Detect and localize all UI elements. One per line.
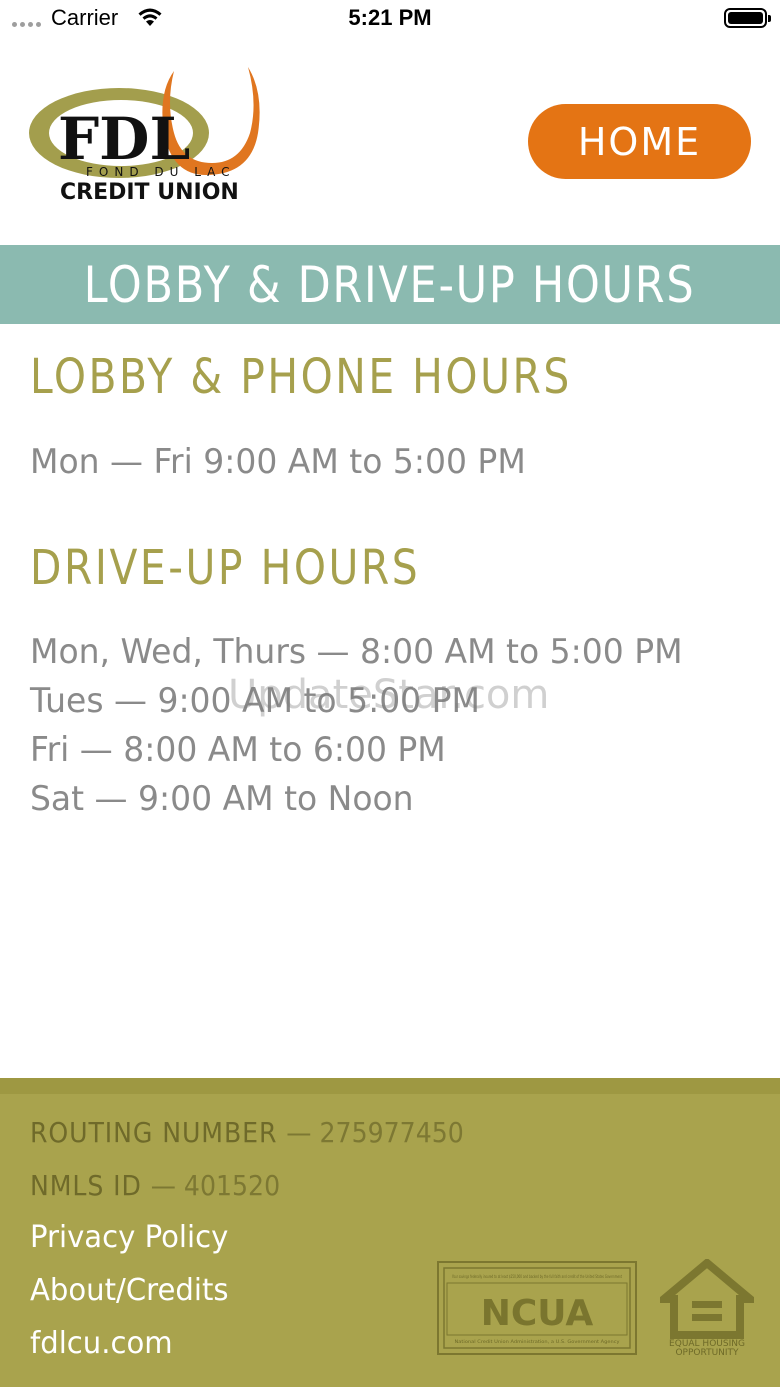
privacy-policy-link[interactable]: Privacy Policy — [30, 1220, 228, 1255]
nmls-id-label: NMLS ID — [30, 1169, 142, 1202]
logo-brand-text: FDL — [58, 105, 190, 173]
drive-up-hours-line: Mon, Wed, Thurs — 8:00 AM to 5:00 PM — [30, 632, 683, 672]
status-bar: Carrier 5:21 PM — [0, 0, 780, 40]
equal-housing-line2: OPPORTUNITY — [675, 1348, 739, 1357]
equal-housing-icon: EQUAL HOUSING OPPORTUNITY — [660, 1259, 754, 1357]
routing-number: ROUTING NUMBER — 275977450 — [30, 1116, 464, 1149]
lobby-hours-line: Mon — Fri 9:00 AM to 5:00 PM — [30, 442, 526, 482]
logo-tagline-text: FOND DU LAC — [86, 165, 236, 179]
logo-subtitle-text: CREDIT UNION — [60, 180, 239, 205]
drive-up-hours-line: Fri — 8:00 AM to 6:00 PM — [30, 730, 446, 770]
routing-number-value: — 275977450 — [286, 1116, 464, 1149]
page-title: LOBBY & DRIVE-UP HOURS — [84, 255, 696, 314]
website-link[interactable]: fdlcu.com — [30, 1326, 173, 1361]
watermark-text: UpdateStar.com — [228, 672, 550, 718]
ncua-bottom-text: National Credit Union Administration, a … — [455, 1339, 620, 1345]
footer-divider — [0, 1078, 780, 1094]
lobby-hours-heading: LOBBY & PHONE HOURS — [30, 349, 572, 405]
ncua-name-text: NCUA — [481, 1293, 594, 1334]
routing-number-label: ROUTING NUMBER — [30, 1116, 278, 1149]
about-credits-link[interactable]: About/Credits — [30, 1273, 229, 1308]
nmls-id: NMLS ID — 401520 — [30, 1169, 280, 1202]
fdl-credit-union-logo[interactable]: FDL FOND DU LAC CREDIT UNION — [26, 63, 271, 208]
nmls-id-value: — 401520 — [150, 1169, 281, 1202]
home-button[interactable]: HOME — [528, 104, 751, 179]
ncua-insurance-badge: Your savings federally insured to at lea… — [437, 1261, 637, 1355]
status-time: 5:21 PM — [348, 5, 432, 30]
ncua-top-text: Your savings federally insured to at lea… — [451, 1274, 622, 1280]
page-title-banner: LOBBY & DRIVE-UP HOURS — [0, 245, 780, 324]
battery-icon — [724, 8, 771, 28]
drive-up-hours-line: Sat — 9:00 AM to Noon — [30, 779, 414, 819]
drive-up-hours-heading: DRIVE-UP HOURS — [30, 540, 421, 596]
